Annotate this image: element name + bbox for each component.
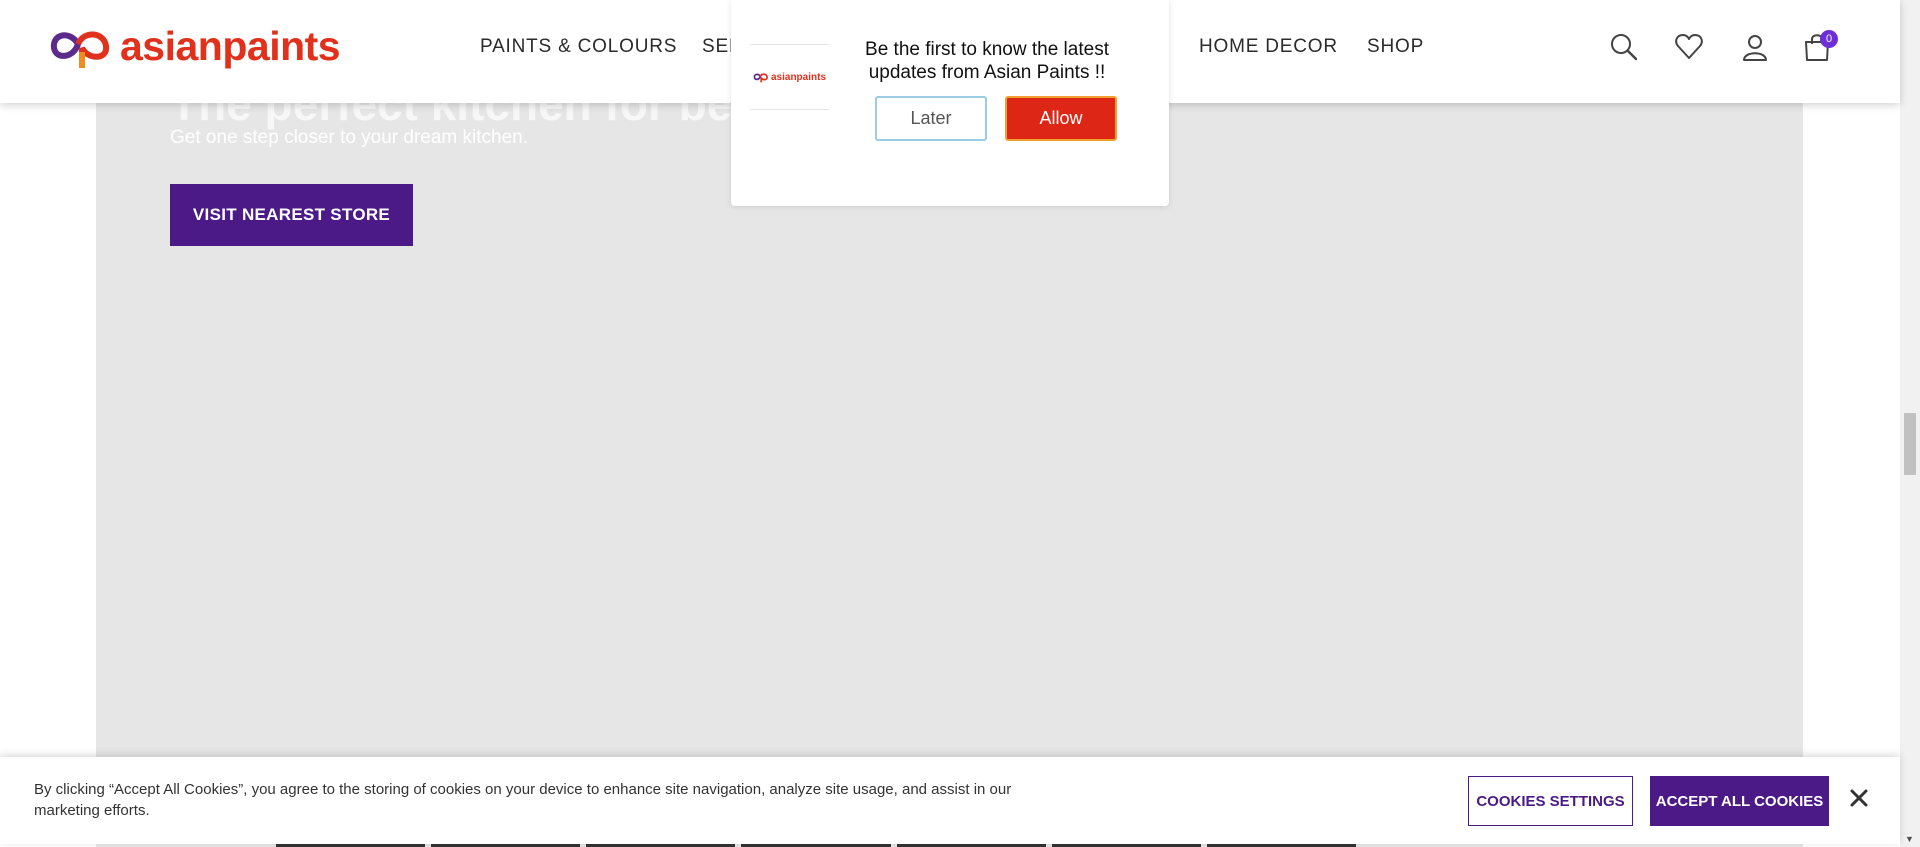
notification-logo: asianpaints: [750, 44, 829, 110]
user-icon[interactable]: [1740, 32, 1770, 62]
cart-count-badge: 0: [1820, 30, 1838, 48]
nav-paints-colours[interactable]: PAINTS & COLOURS: [480, 36, 677, 58]
hero-subtitle: Get one step closer to your dream kitche…: [170, 127, 529, 148]
allow-button[interactable]: Allow: [1005, 96, 1117, 141]
later-button[interactable]: Later: [875, 96, 987, 141]
cookie-message: By clicking “Accept All Cookies”, you ag…: [34, 781, 1012, 819]
nav-home-decor[interactable]: HOME DECOR: [1199, 36, 1338, 58]
heart-icon[interactable]: [1674, 32, 1704, 62]
page-scrollbar[interactable]: ▼: [1900, 0, 1920, 847]
brand-logo[interactable]: asianpaints: [48, 22, 341, 70]
search-icon[interactable]: [1609, 32, 1639, 62]
close-icon[interactable]: [1848, 787, 1870, 809]
nav-shop[interactable]: SHOP: [1367, 36, 1424, 58]
scrollbar-thumb[interactable]: [1904, 413, 1916, 475]
cookie-consent-bar: By clicking “Accept All Cookies”, you ag…: [0, 757, 1900, 844]
brand-mark-icon: [753, 73, 768, 83]
notification-permission-dialog: asianpaints Be the first to know the lat…: [731, 0, 1169, 206]
visit-nearest-store-button[interactable]: VISIT NEAREST STORE: [170, 184, 413, 246]
cookies-settings-button[interactable]: COOKIES SETTINGS: [1468, 776, 1633, 826]
accept-all-cookies-button[interactable]: ACCEPT ALL COOKIES: [1650, 776, 1829, 826]
notification-message: Be the first to know the latest updates …: [865, 39, 1109, 83]
brand-name: asianpaints: [120, 23, 341, 69]
notification-brand-name: asianpaints: [770, 71, 827, 83]
brand-mark-icon: [50, 31, 110, 68]
scroll-down-arrow-icon[interactable]: ▼: [1905, 834, 1914, 844]
